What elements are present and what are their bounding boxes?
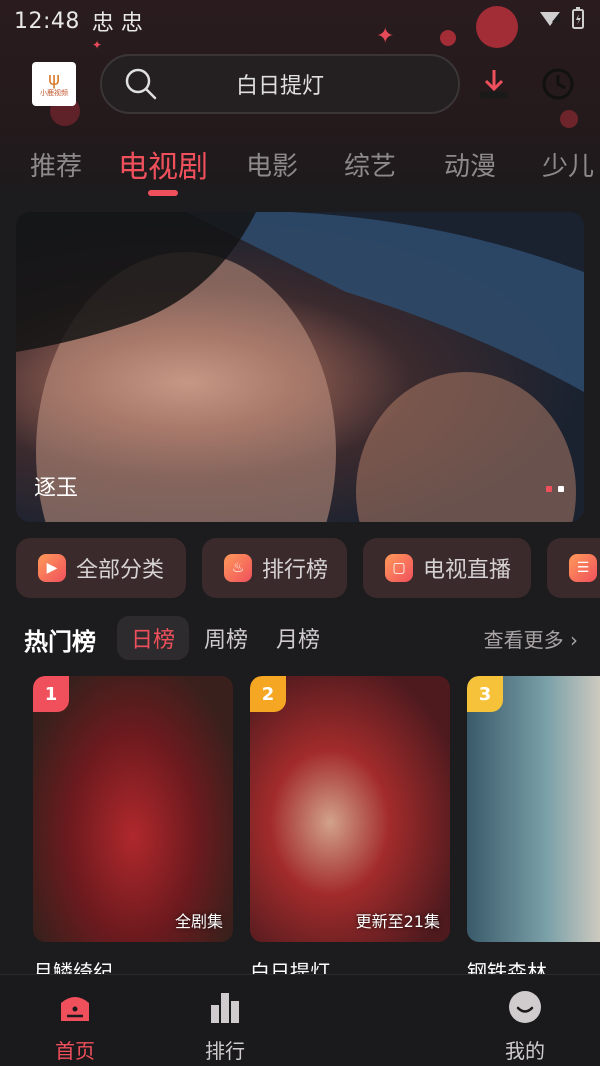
poster: 3 [467, 676, 600, 942]
tab-anime[interactable]: 动漫 [444, 146, 496, 183]
tab-tv-series[interactable]: 电视剧 [118, 142, 208, 186]
status-indicators [538, 6, 586, 30]
show-title: 钢铁森林 [467, 960, 547, 976]
active-tab-indicator [148, 190, 178, 196]
banner-dot [558, 486, 564, 492]
schedule-button[interactable]: ☰ [547, 538, 600, 598]
quick-link-label: 全部分类 [76, 558, 165, 583]
tab-recommend[interactable]: 推荐 [30, 146, 82, 183]
battery-icon [572, 7, 584, 29]
hot-tab-monthly[interactable]: 月榜 [262, 616, 334, 660]
search-bar[interactable]: 白日提灯 [100, 54, 460, 114]
play-icon: ▶ [38, 554, 66, 582]
nav-label: 首页 [55, 1039, 95, 1063]
rank-badge: 3 [467, 676, 503, 712]
bottom-navigation: 首页 排行 我的 [0, 974, 600, 1066]
download-icon[interactable] [476, 66, 512, 102]
fire-icon: ♨ [224, 554, 252, 582]
hot-ranking-header: 热门榜 日榜 周榜 月榜 查看更多 › [0, 612, 600, 662]
banner-title: 逐玉 [34, 476, 79, 501]
nav-home[interactable]: 首页 [25, 989, 125, 1064]
hot-tab-daily[interactable]: 日榜 [117, 616, 190, 660]
banner-artwork [16, 212, 584, 522]
hot-ranking-title: 热门榜 [24, 628, 96, 656]
ranking-button[interactable]: ♨ 排行榜 [202, 538, 347, 598]
show-title: 白日提灯 [250, 960, 330, 976]
all-categories-button[interactable]: ▶ 全部分类 [16, 538, 186, 598]
deer-icon: ψ [48, 68, 60, 90]
history-icon[interactable] [540, 66, 576, 102]
status-bar: 12:48 忠 忠 [0, 0, 600, 42]
quick-link-label: 排行榜 [262, 558, 329, 583]
tab-movies[interactable]: 电影 [246, 146, 298, 183]
rank-badge: 2 [250, 676, 286, 712]
nav-profile[interactable]: 我的 [475, 989, 575, 1064]
home-icon [61, 997, 89, 1021]
list-item[interactable]: 1 全剧集 月鳞绮纪 [33, 676, 233, 976]
list-item[interactable]: 2 更新至21集 白日提灯 [250, 676, 450, 976]
tv-icon: ▢ [385, 554, 413, 582]
poster: 2 更新至21集 [250, 676, 450, 942]
quick-links: ▶ 全部分类 ♨ 排行榜 ▢ 电视直播 ☰ [16, 538, 600, 598]
header: ψ 小鹿视频 白日提灯 [0, 52, 600, 116]
tab-kids[interactable]: 少儿 [542, 146, 594, 183]
status-notifications: 忠 忠 [91, 11, 143, 36]
app-logo[interactable]: ψ 小鹿视频 [32, 62, 76, 106]
logo-text: 小鹿视频 [40, 88, 68, 97]
show-title: 月鳞绮纪 [33, 960, 113, 976]
episode-tag: 全剧集 [174, 912, 223, 931]
banner-pagination [546, 486, 564, 492]
tv-live-button[interactable]: ▢ 电视直播 [363, 538, 531, 598]
wifi-icon [540, 12, 560, 26]
nav-ranking[interactable]: 排行 [175, 989, 275, 1064]
status-time: 12:48 [14, 8, 80, 34]
search-icon [125, 68, 157, 100]
list-item[interactable]: 3 钢铁森林 [467, 676, 600, 976]
quick-link-label: 电视直播 [423, 558, 512, 583]
nav-label: 排行 [205, 1039, 245, 1063]
ranking-icon [211, 993, 239, 1023]
view-more-link[interactable]: 查看更多 › [484, 624, 578, 653]
nav-label: 我的 [505, 1039, 545, 1063]
poster: 1 全剧集 [33, 676, 233, 942]
rank-badge: 1 [33, 676, 69, 712]
hero-banner[interactable]: 逐玉 [16, 212, 584, 522]
episode-tag: 更新至21集 [355, 912, 440, 931]
tab-variety[interactable]: 综艺 [344, 146, 396, 183]
hot-ranking-list: 1 全剧集 月鳞绮纪 2 更新至21集 白日提灯 3 钢铁森林 [0, 676, 600, 976]
banner-dot [546, 486, 552, 492]
schedule-icon: ☰ [569, 554, 597, 582]
hot-tab-weekly[interactable]: 周榜 [190, 616, 262, 660]
profile-icon [509, 991, 541, 1023]
